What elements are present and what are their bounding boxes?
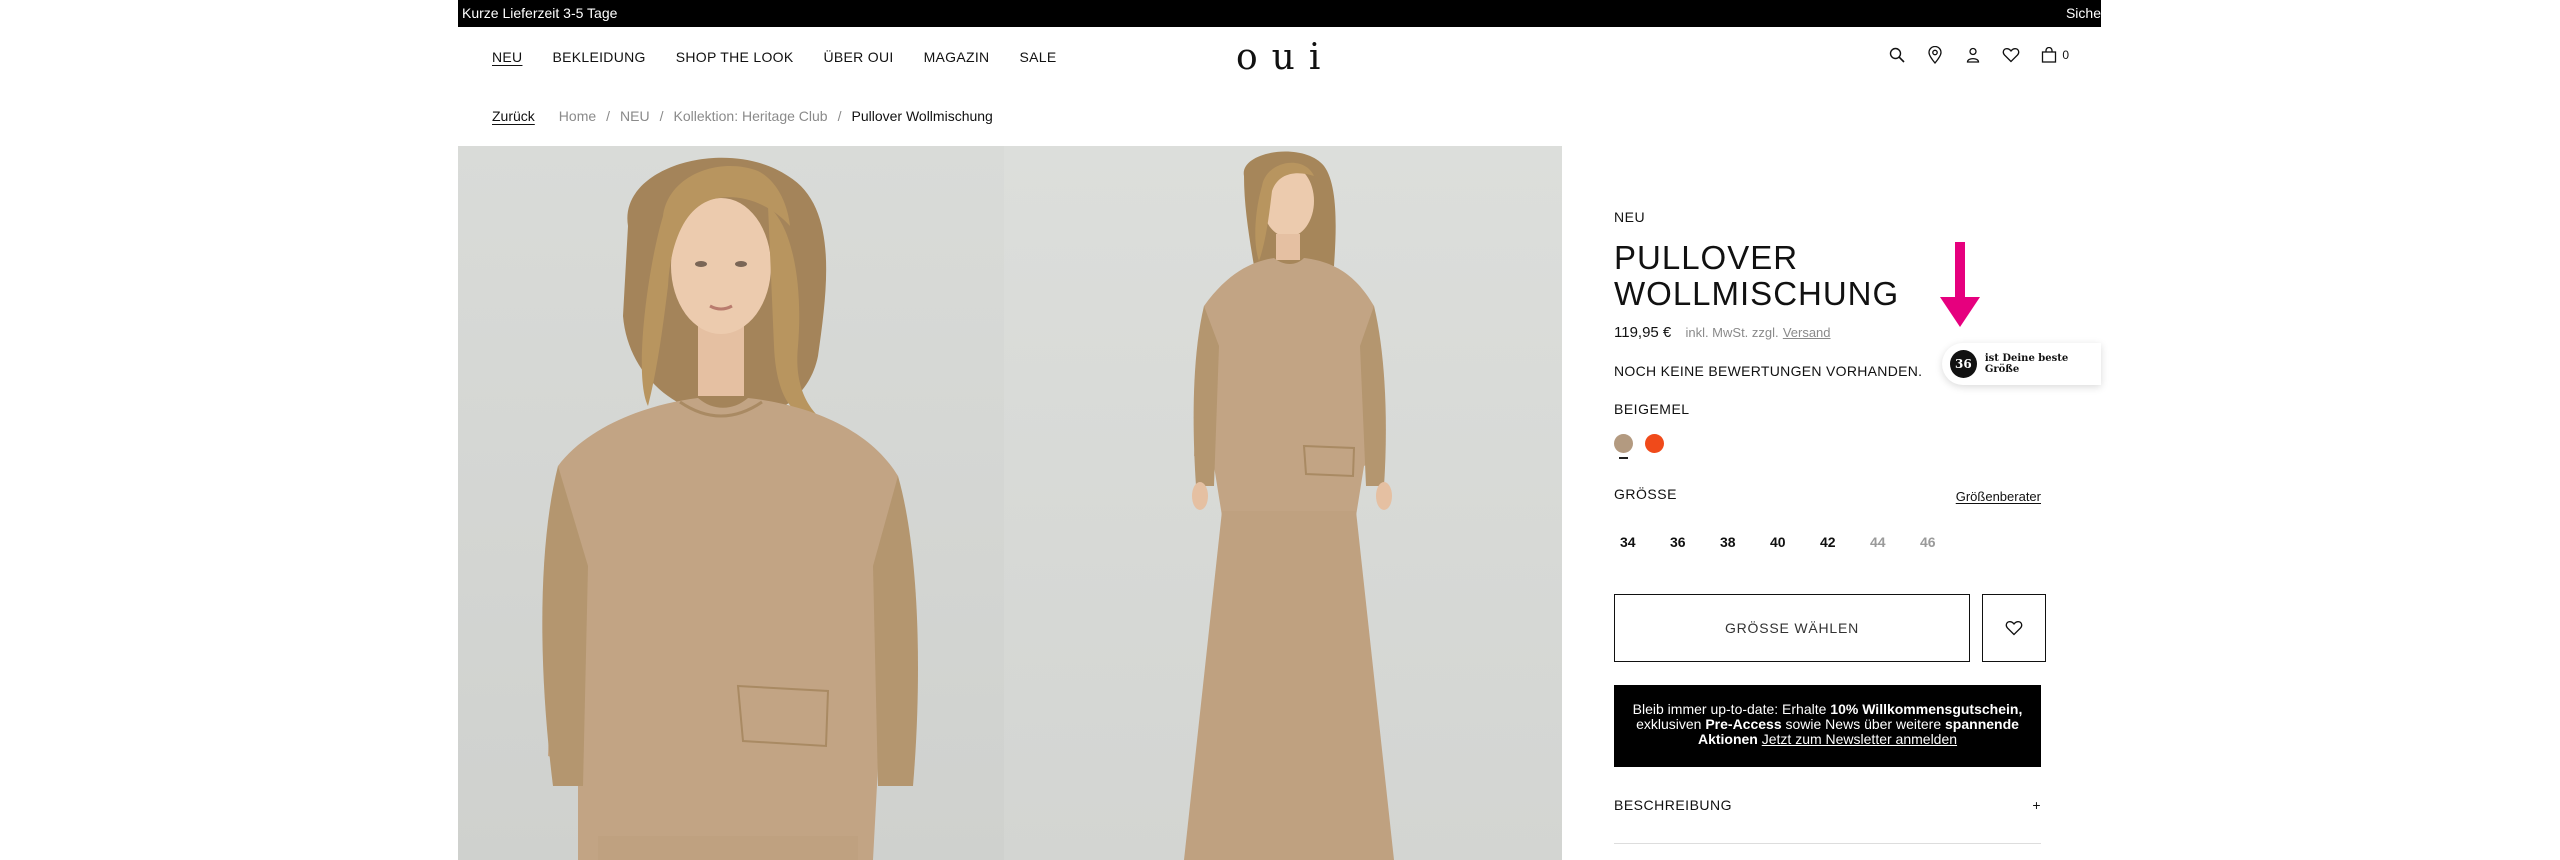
bag-icon[interactable]	[2040, 46, 2058, 64]
promo-bar: Kurze Lieferzeit 3-5 Tage Siche	[458, 0, 2101, 27]
heart-icon	[2005, 621, 2023, 636]
tax-note: inkl. MwSt. zzgl.	[1685, 325, 1779, 340]
reviews-text[interactable]: NOCH KEINE BEWERTUNGEN VORHANDEN.	[1614, 363, 1922, 379]
nav-item-bekleidung[interactable]: BEKLEIDUNG	[552, 49, 645, 65]
accordion-label: BESCHREIBUNG	[1614, 797, 1733, 813]
recommended-size-badge: 36	[1950, 350, 1977, 378]
size-options: 34 36 38 40 42 44 46	[1620, 534, 1970, 550]
size-advisor-link[interactable]: Größenberater	[1956, 489, 2041, 504]
nav-item-ueber-oui[interactable]: ÜBER OUI	[823, 49, 893, 65]
size-label: GRÖSSE	[1614, 486, 1677, 502]
product-title: PULLOVER WOLLMISCHUNG	[1614, 239, 1900, 312]
nav-item-sale[interactable]: SALE	[1019, 49, 1056, 65]
newsletter-banner: Bleib immer up-to-date: Erhalte 10% Will…	[1614, 685, 2041, 767]
newsletter-highlight: 10% Willkommensgutschein,	[1830, 701, 2023, 717]
recommended-size-text: ist Deine beste Größe	[1984, 353, 2069, 375]
shipping-link[interactable]: Versand	[1783, 325, 1831, 340]
back-link[interactable]: Zurück	[492, 108, 535, 124]
plus-icon: +	[2032, 797, 2041, 813]
size-option-34[interactable]: 34	[1620, 534, 1670, 550]
size-option-42[interactable]: 42	[1820, 534, 1870, 550]
heart-icon[interactable]	[2002, 46, 2020, 64]
breadcrumb-item-home[interactable]: Home	[559, 108, 596, 124]
choose-size-button[interactable]: GRÖSSE WÄHLEN	[1614, 594, 1970, 662]
site-header: NEU BEKLEIDUNG SHOP THE LOOK ÜBER OUI MA…	[458, 27, 2101, 89]
newsletter-link[interactable]: Jetzt zum Newsletter anmelden	[1762, 731, 1957, 747]
size-option-44[interactable]: 44	[1870, 534, 1920, 550]
wishlist-button[interactable]	[1982, 594, 2046, 662]
breadcrumb-current: Pullover Wollmischung	[851, 108, 993, 124]
newsletter-text: Bleib immer up-to-date: Erhalte	[1632, 701, 1831, 717]
product-image-front-illustration	[542, 157, 918, 860]
size-recommendation-widget[interactable]: 36 ist Deine beste Größe	[1942, 343, 2101, 385]
promo-text-right: Siche	[2065, 5, 2101, 21]
product-tag: NEU	[1614, 209, 1646, 225]
color-swatches	[1614, 434, 1664, 459]
description-accordion[interactable]: BESCHREIBUNG +	[1614, 797, 2041, 837]
account-icon[interactable]	[1964, 46, 1982, 64]
arrow-down-icon	[1940, 242, 1980, 327]
newsletter-text: exklusiven	[1636, 716, 1706, 732]
breadcrumb-item-neu[interactable]: NEU	[620, 108, 650, 124]
main-nav: NEU BEKLEIDUNG SHOP THE LOOK ÜBER OUI MA…	[492, 49, 1056, 65]
size-option-46[interactable]: 46	[1920, 534, 1970, 550]
breadcrumb: Zurück Home / NEU / Kollektion: Heritage…	[492, 108, 993, 124]
color-swatch-beige[interactable]	[1614, 434, 1633, 459]
nav-item-neu[interactable]: NEU	[492, 49, 522, 65]
breadcrumb-separator: /	[837, 108, 842, 124]
cart-count: 0	[2062, 48, 2069, 62]
price-row: 119,95 € inkl. MwSt. zzgl. Versand	[1614, 324, 1831, 341]
price: 119,95 €	[1614, 324, 1672, 341]
logo[interactable]: oui	[1236, 37, 1334, 78]
color-name: BEIGEMEL	[1614, 401, 1690, 417]
product-image-full-illustration	[1184, 151, 1394, 860]
nav-item-shop-the-look[interactable]: SHOP THE LOOK	[676, 49, 794, 65]
nav-item-magazin[interactable]: MAGAZIN	[924, 49, 990, 65]
breadcrumb-separator: /	[606, 108, 611, 124]
newsletter-highlight: Pre-Access	[1705, 716, 1782, 732]
location-icon[interactable]	[1926, 46, 1944, 64]
newsletter-text: sowie News über weitere	[1781, 716, 1946, 732]
search-icon[interactable]	[1888, 46, 1906, 64]
breadcrumb-separator: /	[659, 108, 664, 124]
header-icons: 0	[1888, 46, 2069, 64]
product-image-front[interactable]	[458, 146, 1004, 860]
promo-text: Kurze Lieferzeit 3-5 Tage	[462, 5, 618, 21]
product-image-full[interactable]	[1004, 146, 1562, 860]
breadcrumb-item-collection[interactable]: Kollektion: Heritage Club	[674, 108, 828, 124]
size-option-38[interactable]: 38	[1720, 534, 1770, 550]
divider	[1614, 843, 2041, 844]
color-swatch-orange[interactable]	[1645, 434, 1664, 453]
size-option-40[interactable]: 40	[1770, 534, 1820, 550]
size-option-36[interactable]: 36	[1670, 534, 1720, 550]
